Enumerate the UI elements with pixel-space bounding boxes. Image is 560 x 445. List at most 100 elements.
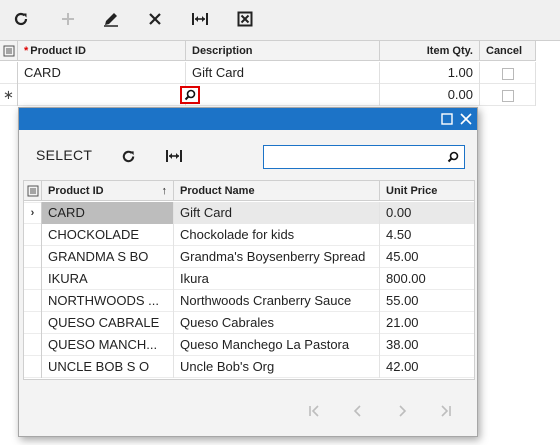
maximize-button[interactable] [439, 111, 455, 127]
lookup-row[interactable]: IKURA Ikura 800.00 [24, 268, 474, 290]
cell-description[interactable] [200, 84, 380, 106]
export-button[interactable] [232, 6, 258, 32]
lookup-row[interactable]: UNCLE BOB S O Uncle Bob's Org 42.00 [24, 356, 474, 378]
required-marker: * [24, 45, 29, 57]
dialog-fit-columns-button[interactable] [162, 144, 186, 168]
grid-header-row: * Product ID Description Item Qty. Cancel [0, 41, 536, 63]
product-lookup-dialog: SELECT Product ID ↑ Product Name Unit Pri… [18, 107, 478, 437]
close-icon [460, 113, 472, 125]
cell-product-id[interactable]: QUESO MANCH... [42, 334, 174, 356]
header-cancel[interactable]: Cancel [480, 41, 536, 61]
header-product-name[interactable]: Product Name [174, 181, 380, 201]
row-selector[interactable] [24, 290, 42, 312]
first-page-icon [309, 405, 319, 417]
cell-unit-price[interactable]: 55.00 [380, 290, 474, 312]
dialog-refresh-button[interactable] [116, 144, 140, 168]
next-page-button[interactable] [387, 400, 417, 422]
grid-row[interactable]: CARD Gift Card 1.00 [0, 62, 536, 84]
export-icon [237, 11, 253, 27]
cell-product-id[interactable]: CARD [42, 202, 174, 224]
cell-product-name[interactable]: Uncle Bob's Org [174, 356, 380, 378]
cancel-checkbox[interactable] [501, 89, 514, 102]
lookup-row[interactable]: QUESO CABRALE Queso Cabrales 21.00 [24, 312, 474, 334]
refresh-icon [14, 12, 28, 26]
main-toolbar [0, 0, 560, 38]
refresh-icon [122, 150, 134, 162]
lookup-row[interactable]: › CARD Gift Card 0.00 [24, 202, 474, 224]
cell-product-name[interactable]: Queso Cabrales [174, 312, 380, 334]
lookup-row[interactable]: GRANDMA S BO Grandma's Boysenberry Spread… [24, 246, 474, 268]
header-product-id[interactable]: Product ID ↑ [42, 181, 174, 201]
cell-unit-price[interactable]: 38.00 [380, 334, 474, 356]
chevron-left-icon [353, 405, 361, 417]
row-selector[interactable]: › [24, 202, 42, 224]
close-button[interactable] [458, 111, 474, 127]
lookup-row[interactable]: CHOCKOLADE Chockolade for kids 4.50 [24, 224, 474, 246]
cell-product-id[interactable]: CHOCKOLADE [42, 224, 174, 246]
cell-unit-price[interactable]: 800.00 [380, 268, 474, 290]
cell-cancel[interactable] [480, 84, 536, 106]
cell-product-id[interactable]: QUESO CABRALE [42, 312, 174, 334]
first-page-button[interactable] [299, 400, 329, 422]
cell-unit-price[interactable]: 4.50 [380, 224, 474, 246]
cell-product-id[interactable]: IKURA [42, 268, 174, 290]
cell-product-name[interactable]: Ikura [174, 268, 380, 290]
search-icon[interactable] [445, 149, 461, 165]
cancel-checkbox[interactable] [501, 67, 514, 80]
new-row-marker: ∗ [0, 84, 18, 106]
header-description[interactable]: Description [186, 41, 380, 61]
cell-item-qty[interactable]: 0.00 [380, 84, 480, 106]
prev-page-button[interactable] [343, 400, 373, 422]
chevron-right-icon [399, 405, 407, 417]
add-button[interactable] [55, 6, 81, 32]
cell-product-name[interactable]: Chockolade for kids [174, 224, 380, 246]
cell-item-qty[interactable]: 1.00 [380, 62, 480, 84]
delete-icon [149, 13, 161, 25]
product-lookup-button[interactable] [180, 86, 200, 104]
row-selector[interactable] [24, 268, 42, 290]
dialog-title-bar[interactable] [19, 108, 477, 130]
sort-ascending-icon: ↑ [161, 185, 168, 197]
cell-product-id[interactable]: GRANDMA S BO [42, 246, 174, 268]
cell-unit-price[interactable]: 45.00 [380, 246, 474, 268]
cell-product-name[interactable]: Gift Card [174, 202, 380, 224]
cell-description[interactable]: Gift Card [186, 62, 380, 84]
cell-product-id[interactable]: CARD [18, 62, 186, 84]
header-product-id[interactable]: * Product ID [18, 41, 186, 61]
grid-new-row[interactable]: ∗ 0.00 [0, 84, 536, 106]
row-selector[interactable] [24, 246, 42, 268]
edit-button[interactable] [98, 6, 124, 32]
delete-button[interactable] [142, 6, 168, 32]
cell-product-name[interactable]: Northwoods Cranberry Sauce [174, 290, 380, 312]
magnifier-icon [184, 89, 196, 101]
dialog-search-field[interactable] [263, 145, 465, 169]
lookup-header-row: Product ID ↑ Product Name Unit Price [24, 181, 474, 203]
row-selector[interactable] [24, 312, 42, 334]
search-input[interactable] [268, 148, 438, 166]
header-product-id-label: Product ID [48, 185, 104, 197]
lookup-row[interactable]: NORTHWOODS ... Northwoods Cranberry Sauce… [24, 290, 474, 312]
lookup-row[interactable]: QUESO MANCH... Queso Manchego La Pastora 3… [24, 334, 474, 356]
cell-unit-price[interactable]: 0.00 [380, 202, 474, 224]
cell-product-id-edit[interactable] [18, 84, 186, 106]
cell-product-id[interactable]: NORTHWOODS ... [42, 290, 174, 312]
cell-product-id[interactable]: UNCLE BOB S O [42, 356, 174, 378]
cell-cancel[interactable] [480, 62, 536, 84]
cell-unit-price[interactable]: 21.00 [380, 312, 474, 334]
cell-product-name[interactable]: Grandma's Boysenberry Spread [174, 246, 380, 268]
header-unit-price[interactable]: Unit Price [380, 181, 474, 201]
row-selector[interactable] [0, 62, 18, 84]
fit-columns-button[interactable] [187, 6, 213, 32]
row-selector[interactable] [24, 224, 42, 246]
select-button[interactable]: SELECT [36, 147, 92, 163]
table-settings-icon[interactable] [24, 181, 42, 201]
maximize-icon [441, 113, 453, 125]
cell-unit-price[interactable]: 42.00 [380, 356, 474, 378]
cell-product-name[interactable]: Queso Manchego La Pastora [174, 334, 380, 356]
header-item-qty[interactable]: Item Qty. [380, 41, 480, 61]
row-selector[interactable] [24, 334, 42, 356]
row-selector[interactable] [24, 356, 42, 378]
grid-settings-icon[interactable] [0, 41, 18, 61]
refresh-button[interactable] [8, 6, 34, 32]
last-page-button[interactable] [431, 400, 461, 422]
